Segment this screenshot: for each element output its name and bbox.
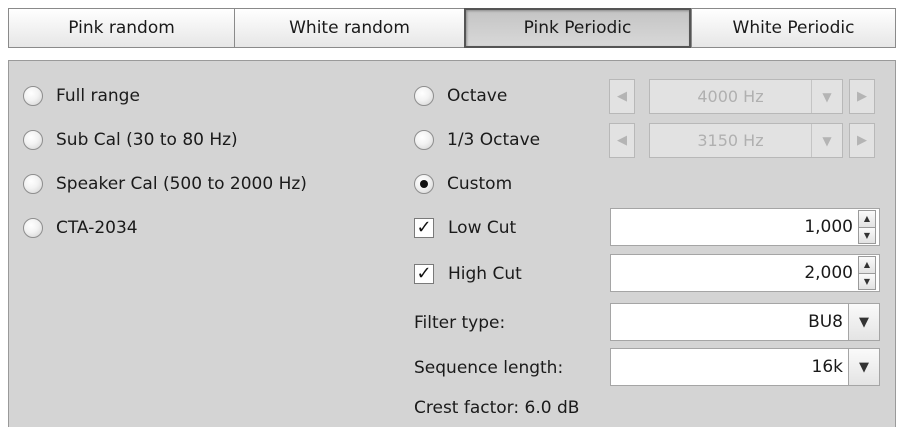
option-custom[interactable]: Custom — [414, 169, 512, 199]
low-cut-label: Low Cut — [448, 218, 517, 238]
low-cut-checkbox-row[interactable]: ✓ Low Cut — [414, 213, 516, 243]
radio-button[interactable] — [23, 218, 43, 238]
triangle-up-icon[interactable]: ▲ — [858, 210, 876, 228]
tab-bar: Pink random White random Pink Periodic W… — [8, 8, 896, 50]
triangle-left-icon: ◀ — [617, 89, 627, 104]
option-label: Full range — [56, 86, 140, 106]
option-label: CTA-2034 — [56, 218, 138, 238]
triangle-right-icon: ▶ — [857, 89, 867, 104]
low-cut-value: 1,000 — [804, 217, 853, 237]
low-cut-input[interactable]: 1,000 ▲ ▼ — [610, 208, 880, 246]
option-label: Octave — [447, 86, 508, 106]
low-cut-checkbox[interactable]: ✓ — [414, 218, 434, 238]
filter-type-label: Filter type: — [414, 313, 506, 333]
option-label: 1/3 Octave — [447, 130, 541, 150]
high-cut-spinner[interactable]: ▲ ▼ — [858, 256, 876, 290]
option-cta-2034[interactable]: CTA-2034 — [23, 213, 138, 243]
filter-type-value: BU8 — [808, 312, 843, 332]
octave-frequency-select[interactable]: 4000 Hz ▼ — [649, 79, 843, 114]
radio-button[interactable] — [414, 86, 434, 106]
high-cut-checkbox[interactable]: ✓ — [414, 264, 434, 284]
octave-frequency-value: 4000 Hz — [697, 87, 764, 106]
radio-button[interactable] — [414, 130, 434, 150]
sequence-length-row: Sequence length: — [414, 353, 563, 383]
sequence-length-label: Sequence length: — [414, 358, 564, 378]
third-octave-next-button[interactable]: ▶ — [849, 123, 875, 158]
triangle-down-icon[interactable]: ▼ — [858, 273, 876, 290]
option-label: Sub Cal (30 to 80 Hz) — [56, 130, 238, 150]
option-label: Speaker Cal (500 to 2000 Hz) — [56, 174, 307, 194]
option-octave[interactable]: Octave — [414, 81, 507, 111]
triangle-down-icon[interactable]: ▼ — [858, 227, 876, 244]
option-full-range[interactable]: Full range — [23, 81, 140, 111]
chevron-down-icon: ▼ — [811, 124, 842, 157]
triangle-up-icon[interactable]: ▲ — [858, 256, 876, 274]
third-octave-frequency-value: 3150 Hz — [697, 131, 764, 150]
tab-label: Pink random — [68, 18, 175, 38]
triangle-right-icon: ▶ — [857, 133, 867, 148]
tab-pink-random[interactable]: Pink random — [8, 8, 234, 48]
sequence-length-value: 16k — [811, 357, 843, 377]
option-sub-cal[interactable]: Sub Cal (30 to 80 Hz) — [23, 125, 238, 155]
crest-factor-row: Crest factor: 6.0 dB — [414, 393, 579, 423]
triangle-left-icon: ◀ — [617, 133, 627, 148]
crest-factor-text: Crest factor: 6.0 dB — [414, 398, 580, 418]
third-octave-prev-button[interactable]: ◀ — [609, 123, 635, 158]
chevron-down-icon: ▼ — [811, 80, 842, 113]
low-cut-spinner[interactable]: ▲ ▼ — [858, 210, 876, 244]
octave-next-button[interactable]: ▶ — [849, 79, 875, 114]
option-speaker-cal[interactable]: Speaker Cal (500 to 2000 Hz) — [23, 169, 307, 199]
radio-button[interactable] — [23, 86, 43, 106]
chevron-down-icon[interactable]: ▼ — [848, 304, 879, 340]
high-cut-input[interactable]: 2,000 ▲ ▼ — [610, 254, 880, 292]
tab-white-random[interactable]: White random — [234, 8, 464, 48]
filter-type-row: Filter type: — [414, 308, 505, 338]
radio-button[interactable] — [23, 130, 43, 150]
octave-prev-button[interactable]: ◀ — [609, 79, 635, 114]
option-label: Custom — [447, 174, 513, 194]
filter-type-select[interactable]: BU8 ▼ — [610, 303, 880, 341]
high-cut-value: 2,000 — [804, 263, 853, 283]
tab-label: Pink Periodic — [523, 18, 632, 38]
tab-white-periodic[interactable]: White Periodic — [691, 8, 896, 48]
high-cut-checkbox-row[interactable]: ✓ High Cut — [414, 259, 522, 289]
tab-pink-periodic[interactable]: Pink Periodic — [464, 8, 691, 48]
radio-button[interactable] — [23, 174, 43, 194]
settings-panel: Full range Sub Cal (30 to 80 Hz) Speaker… — [8, 60, 896, 427]
tab-label: White Periodic — [732, 18, 855, 38]
option-third-octave[interactable]: 1/3 Octave — [414, 125, 540, 155]
chevron-down-icon[interactable]: ▼ — [848, 349, 879, 385]
third-octave-frequency-select[interactable]: 3150 Hz ▼ — [649, 123, 843, 158]
high-cut-label: High Cut — [448, 264, 522, 284]
sequence-length-select[interactable]: 16k ▼ — [610, 348, 880, 386]
radio-button[interactable] — [414, 174, 434, 194]
tab-label: White random — [289, 18, 410, 38]
